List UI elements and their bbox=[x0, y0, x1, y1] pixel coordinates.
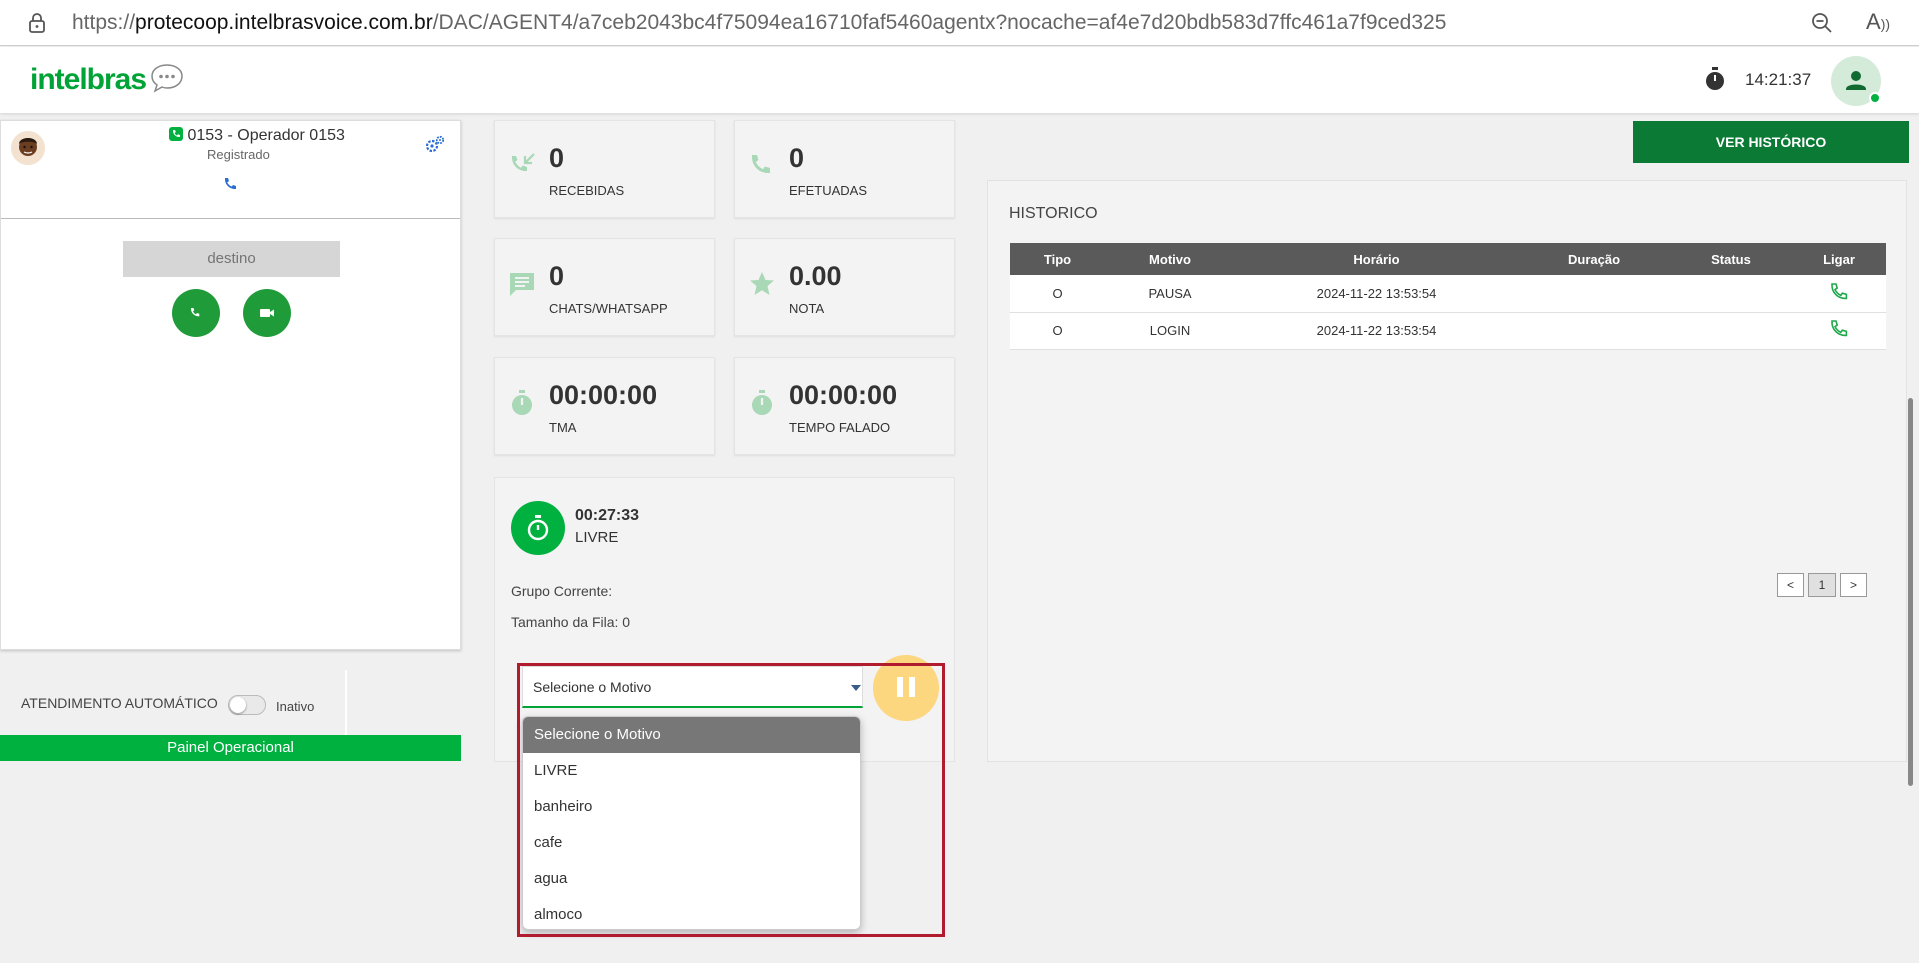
page-scrollbar[interactable] bbox=[1908, 398, 1913, 786]
star-icon bbox=[750, 272, 774, 295]
stat-label: TEMPO FALADO bbox=[789, 420, 891, 435]
auto-attend-toggle[interactable] bbox=[228, 695, 266, 715]
auto-attend-box: ATENDIMENTO AUTOMÁTICO Inativo bbox=[0, 670, 461, 736]
toggle-knob bbox=[230, 697, 246, 713]
video-camera-icon bbox=[260, 309, 274, 317]
column-header: Motivo bbox=[1105, 243, 1235, 275]
pager-prev-button[interactable]: < bbox=[1777, 573, 1804, 597]
stat-label: CHATS/WHATSAPP bbox=[549, 301, 668, 316]
stat-card-made: 0 EFETUADAS bbox=[734, 120, 955, 218]
column-header: Tipo bbox=[1010, 243, 1105, 275]
stat-label: RECEBIDAS bbox=[549, 183, 625, 198]
cell: O bbox=[1010, 312, 1105, 350]
stat-card-received: 0 RECEBIDAS bbox=[494, 120, 715, 218]
column-header: Horário bbox=[1235, 243, 1518, 275]
cell bbox=[1670, 275, 1792, 313]
cell: O bbox=[1010, 275, 1105, 313]
column-header: Ligar bbox=[1792, 243, 1886, 275]
stat-card-rating: 0.00 NOTA bbox=[734, 238, 955, 336]
softphone-panel: 0153 - Operador 0153 Registrado bbox=[0, 120, 461, 650]
cell: PAUSA bbox=[1105, 275, 1235, 313]
divider bbox=[345, 670, 347, 736]
auto-attend-label: ATENDIMENTO AUTOMÁTICO bbox=[21, 695, 218, 711]
stat-card-tma: 00:00:00 TMA bbox=[494, 357, 715, 455]
cell bbox=[1670, 312, 1792, 350]
timer-icon bbox=[512, 390, 532, 415]
online-status-dot bbox=[1869, 92, 1881, 104]
chat-icon bbox=[510, 273, 534, 296]
phone-icon[interactable] bbox=[223, 177, 237, 191]
call-icon[interactable] bbox=[1829, 319, 1849, 339]
call-icon[interactable] bbox=[1829, 282, 1849, 302]
stat-value: 00:00:00 bbox=[549, 380, 658, 410]
intelbras-logo: intelbras bbox=[30, 63, 147, 96]
cell bbox=[1792, 275, 1886, 313]
auto-attend-state: Inativo bbox=[276, 699, 315, 714]
column-header: Status bbox=[1670, 243, 1792, 275]
call-button[interactable] bbox=[172, 289, 220, 337]
cell bbox=[1792, 312, 1886, 350]
status-state: LIVRE bbox=[575, 529, 619, 546]
stopwatch-icon bbox=[527, 515, 549, 541]
phone-icon bbox=[190, 308, 200, 317]
highlight-box bbox=[517, 663, 945, 937]
timer-icon bbox=[752, 390, 772, 415]
stopwatch-icon bbox=[1706, 67, 1724, 90]
pager-next-button[interactable]: > bbox=[1840, 573, 1867, 597]
cell: 2024-11-22 13:53:54 bbox=[1235, 312, 1518, 350]
cell: LOGIN bbox=[1105, 312, 1235, 350]
stat-value: 0 bbox=[549, 261, 565, 291]
stat-value: 0 bbox=[549, 143, 565, 173]
registration-status: Registrado bbox=[207, 147, 270, 162]
settings-gears-icon[interactable] bbox=[425, 135, 445, 153]
stat-value: 0 bbox=[789, 143, 805, 173]
phone-icon bbox=[751, 155, 770, 174]
read-aloud-icon[interactable]: A)) bbox=[1866, 9, 1890, 35]
header-clock: 14:21:37 bbox=[1745, 70, 1812, 89]
table-row: O LOGIN 2024-11-22 13:53:54 bbox=[1010, 312, 1886, 350]
queue-size-label: Tamanho da Fila: 0 bbox=[511, 614, 631, 630]
pager-page-button[interactable]: 1 bbox=[1808, 573, 1836, 597]
destination-input[interactable] bbox=[123, 241, 340, 277]
view-history-button[interactable]: VER HISTÓRICO bbox=[1633, 121, 1909, 163]
divider bbox=[1, 218, 460, 219]
current-group-label: Grupo Corrente: bbox=[511, 583, 613, 599]
operator-avatar bbox=[11, 131, 45, 165]
stat-label: EFETUADAS bbox=[789, 183, 868, 198]
cell: 2024-11-22 13:53:54 bbox=[1235, 275, 1518, 313]
lock-icon bbox=[29, 13, 45, 33]
video-call-button[interactable] bbox=[243, 289, 291, 337]
column-header: Duração bbox=[1518, 243, 1670, 275]
status-elapsed-time: 00:27:33 bbox=[575, 507, 640, 524]
operator-name: 0153 - Operador 0153 bbox=[169, 127, 345, 145]
stat-value: 00:00:00 bbox=[789, 380, 898, 410]
status-timer-badge bbox=[511, 501, 565, 555]
table-row: O PAUSA 2024-11-22 13:53:54 bbox=[1010, 275, 1886, 313]
stat-card-chats: 0 CHATS/WHATSAPP bbox=[494, 238, 715, 336]
history-table: Tipo Motivo Horário Duração Status Ligar… bbox=[1010, 243, 1886, 350]
stat-label: NOTA bbox=[789, 301, 825, 316]
history-title: HISTORICO bbox=[1009, 205, 1098, 222]
browser-address-bar: https://protecoop.intelbrasvoice.com.br/… bbox=[0, 0, 1919, 46]
cell bbox=[1518, 312, 1670, 350]
cell bbox=[1518, 275, 1670, 313]
url-text[interactable]: https://protecoop.intelbrasvoice.com.br/… bbox=[72, 11, 1446, 35]
chat-bubble-icon bbox=[151, 64, 183, 93]
whatsapp-phone-icon bbox=[169, 127, 183, 141]
stat-card-talk-time: 00:00:00 TEMPO FALADO bbox=[734, 357, 955, 455]
zoom-out-icon[interactable] bbox=[1810, 11, 1834, 35]
call-received-icon bbox=[511, 153, 535, 172]
app-header: intelbras 14:21:37 bbox=[0, 47, 1919, 113]
stat-value: 0.00 bbox=[789, 261, 842, 291]
stat-label: TMA bbox=[549, 420, 577, 435]
history-panel: HISTORICO Tipo Motivo Horário Duração St… bbox=[987, 180, 1907, 762]
table-header-row: Tipo Motivo Horário Duração Status Ligar bbox=[1010, 243, 1886, 275]
operational-panel-bar[interactable]: Painel Operacional bbox=[0, 735, 461, 761]
